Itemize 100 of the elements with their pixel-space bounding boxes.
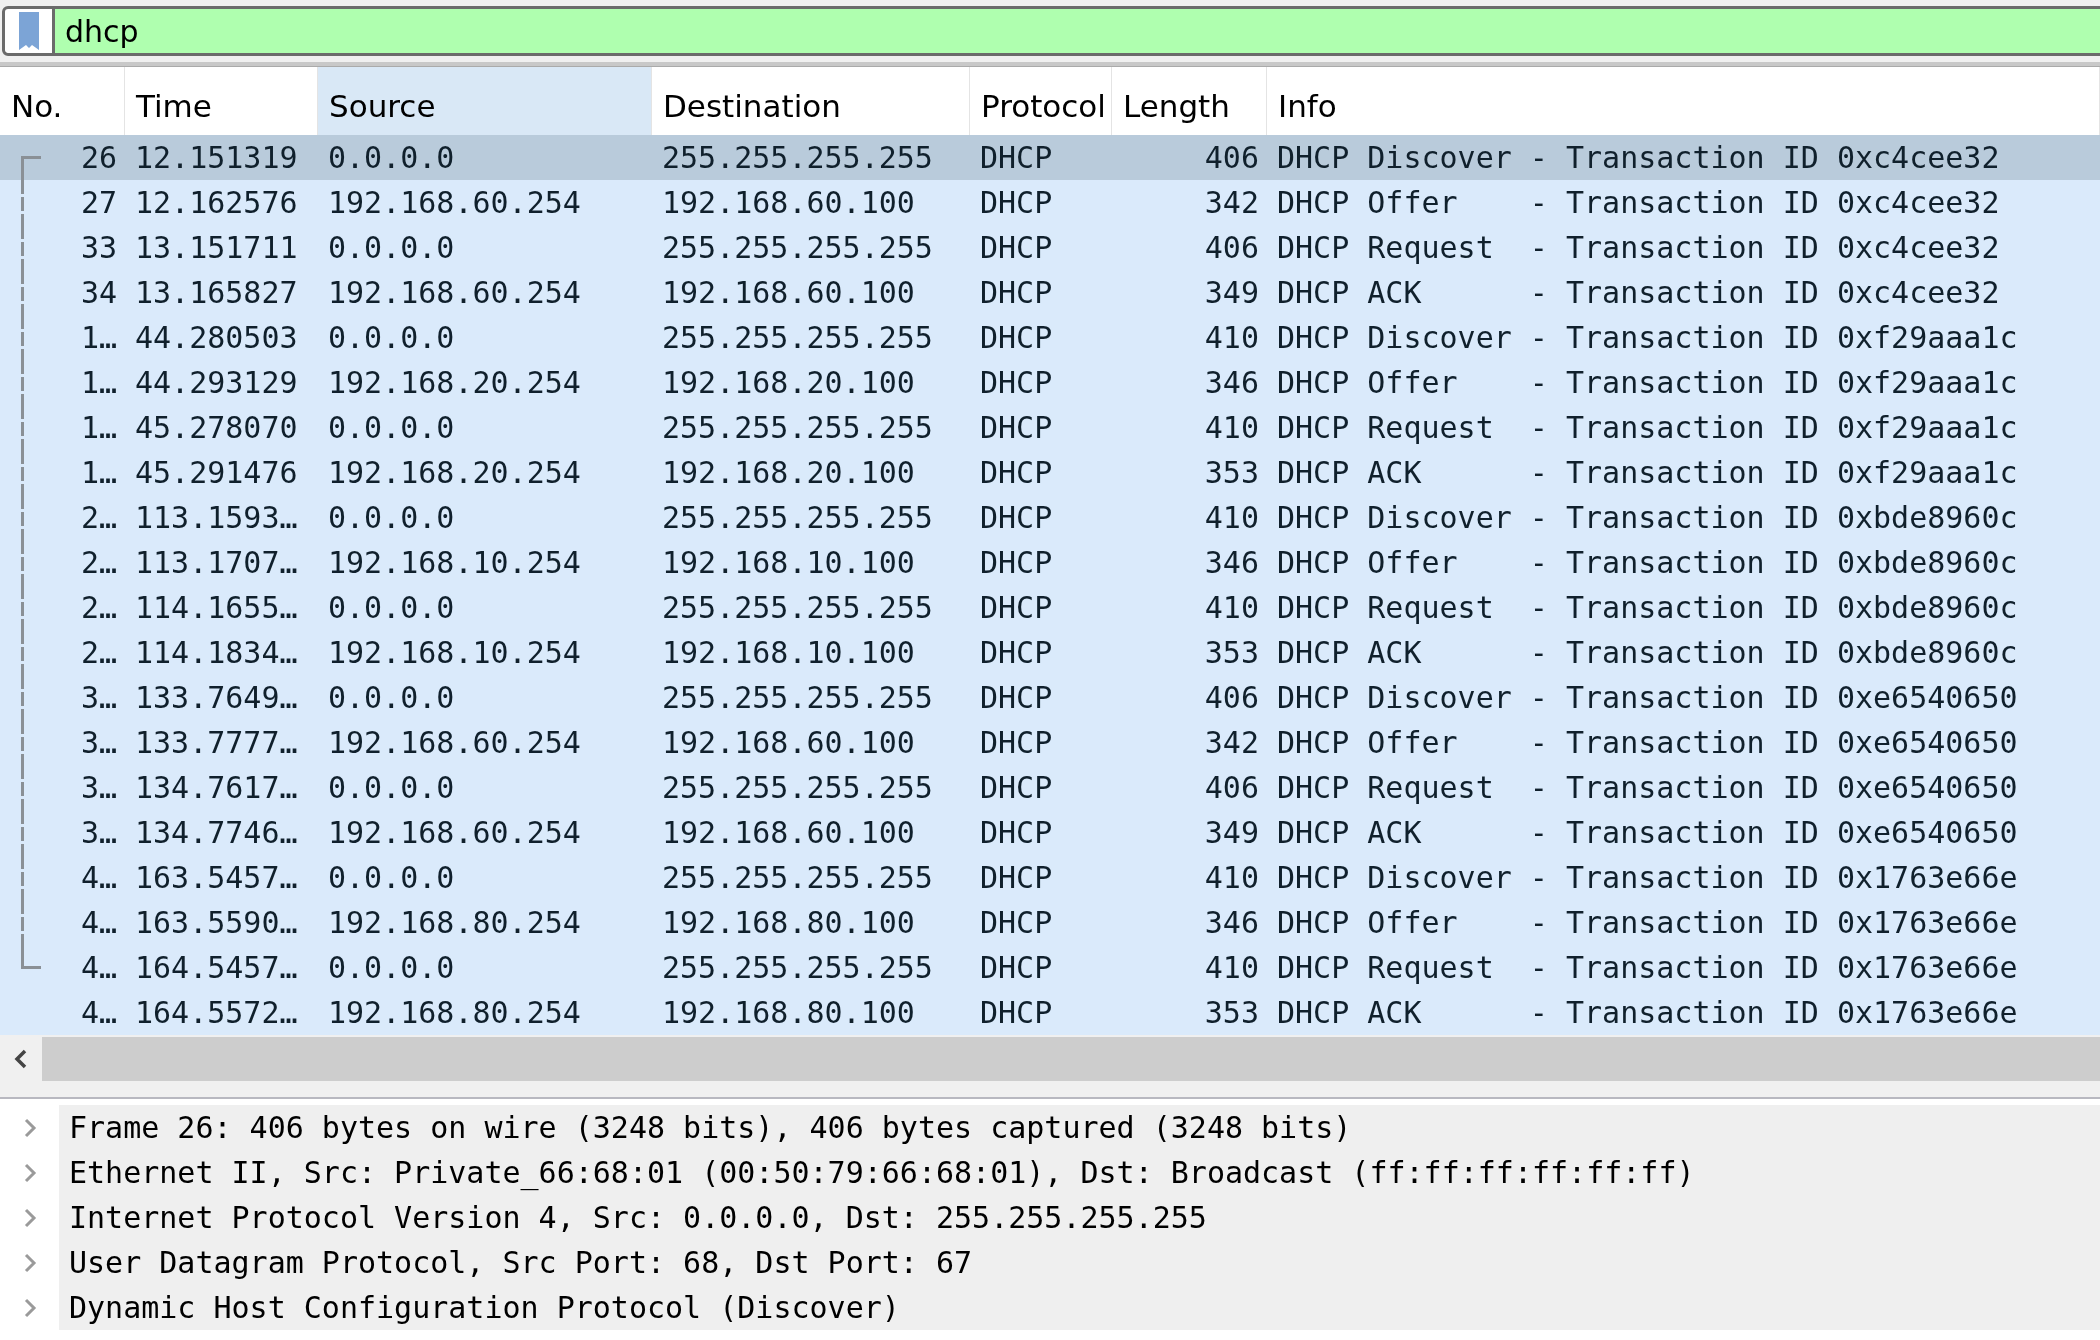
table-cell: 349 [1204, 275, 1259, 310]
table-cell: 192.168.20.254 [328, 455, 581, 490]
protocol-tree-item[interactable]: Ethernet II, Src: Private_66:68:01 (00:50:79:66:68:01), Dst: Broadcast (ff:ff:ff:ff:ff:ff) [59, 1150, 2100, 1195]
table-cell: DHCP Discover - Transaction ID 0xe6540650 [1277, 680, 2018, 715]
scroll-left-icon[interactable] [14, 1049, 28, 1069]
packet-row[interactable]: 3… 133.7777… 192.168.60.254 192.168.60.100 DHCP 342 DHCP Offer - Transaction ID 0xe6540650 [0, 720, 2100, 765]
bookmark-button[interactable] [2, 6, 55, 56]
table-cell: 349 [1204, 815, 1259, 850]
table-cell: 44.293129 [135, 365, 298, 400]
table-cell: DHCP Discover - Transaction ID 0xbde8960c [1277, 500, 2018, 535]
table-cell: 0.0.0.0 [328, 500, 455, 535]
table-cell: 406 [1204, 140, 1259, 175]
table-cell: 133.7649… [135, 680, 298, 715]
table-cell: 3… [80, 770, 117, 805]
packet-row[interactable]: 1… 44.293129 192.168.20.254 192.168.20.100 DHCP 346 DHCP Offer - Transaction ID 0xf29aaa1c [0, 360, 2100, 405]
table-cell: DHCP Request - Transaction ID 0xe6540650 [1277, 770, 2018, 805]
table-cell: 192.168.80.254 [328, 995, 581, 1030]
table-cell: 192.168.80.100 [662, 905, 915, 940]
protocol-tree-item[interactable]: Internet Protocol Version 4, Src: 0.0.0.0, Dst: 255.255.255.255 [59, 1195, 2100, 1240]
table-cell: DHCP [980, 680, 1053, 715]
table-cell: 192.168.80.100 [662, 995, 915, 1030]
collapsed-chevron-icon[interactable] [22, 1252, 37, 1273]
table-cell: DHCP [980, 365, 1053, 400]
table-cell: 0.0.0.0 [328, 320, 455, 355]
packet-row[interactable]: 4… 163.5590… 192.168.80.254 192.168.80.100 DHCP 346 DHCP Offer - Transaction ID 0x1763e66e [0, 900, 2100, 945]
table-cell: 410 [1204, 860, 1259, 895]
display-filter-field[interactable]: dhcp [55, 6, 2100, 56]
packet-row[interactable]: 2… 113.1593… 0.0.0.0 255.255.255.255 DHCP 410 DHCP Discover - Transaction ID 0xbde8960c [0, 495, 2100, 540]
table-cell: 342 [1204, 725, 1259, 760]
table-cell: DHCP Request - Transaction ID 0xc4cee32 [1277, 230, 2000, 265]
collapsed-chevron-icon[interactable] [22, 1297, 37, 1318]
table-cell: 255.255.255.255 [662, 770, 933, 805]
table-cell: 1… [80, 455, 117, 490]
table-cell: 406 [1204, 770, 1259, 805]
packet-row[interactable]: 3… 134.7617… 0.0.0.0 255.255.255.255 DHCP 406 DHCP Request - Transaction ID 0xe6540650 [0, 765, 2100, 810]
table-cell: 12.151319 [135, 140, 298, 175]
collapsed-chevron-icon[interactable] [22, 1207, 37, 1228]
table-cell: 0.0.0.0 [328, 140, 455, 175]
packet-row[interactable]: 3… 133.7649… 0.0.0.0 255.255.255.255 DHCP 406 DHCP Discover - Transaction ID 0xe6540650 [0, 675, 2100, 720]
table-cell: 134.7617… [135, 770, 298, 805]
table-cell: DHCP [980, 185, 1053, 220]
packet-row[interactable]: 1… 45.278070 0.0.0.0 255.255.255.255 DHCP 410 DHCP Request - Transaction ID 0xf29aaa1c [0, 405, 2100, 450]
packet-row[interactable]: 3… 134.7746… 192.168.60.254 192.168.60.100 DHCP 349 DHCP ACK - Transaction ID 0xe6540650 [0, 810, 2100, 855]
table-cell: 192.168.60.254 [328, 275, 581, 310]
table-cell: 34 [80, 275, 117, 310]
table-cell: 0.0.0.0 [328, 230, 455, 265]
table-cell: 192.168.20.100 [662, 365, 915, 400]
table-cell: 26 [80, 140, 117, 175]
protocol-tree-item[interactable]: Frame 26: 406 bytes on wire (3248 bits), 406 bytes captured (3248 bits) [59, 1105, 2100, 1150]
table-cell: 255.255.255.255 [662, 500, 933, 535]
table-cell: 163.5590… [135, 905, 298, 940]
table-cell: 1… [80, 365, 117, 400]
table-cell: 406 [1204, 230, 1259, 265]
table-cell: DHCP [980, 230, 1053, 265]
table-cell: DHCP ACK - Transaction ID 0xbde8960c [1277, 635, 2018, 670]
table-cell: DHCP Offer - Transaction ID 0xe6540650 [1277, 725, 2018, 760]
packet-row[interactable]: 33 13.151711 0.0.0.0 255.255.255.255 DHCP 406 DHCP Request - Transaction ID 0xc4cee32 [0, 225, 2100, 270]
column-header[interactable]: Source [318, 67, 652, 135]
packet-row[interactable]: 26 12.151319 0.0.0.0 255.255.255.255 DHCP 406 DHCP Discover - Transaction ID 0xc4cee32 [0, 135, 2100, 180]
protocol-tree-item[interactable]: Dynamic Host Configuration Protocol (Discover) [59, 1285, 2100, 1330]
packet-row[interactable]: 4… 164.5572… 192.168.80.254 192.168.80.100 DHCP 353 DHCP ACK - Transaction ID 0x1763e66e [0, 990, 2100, 1035]
collapsed-chevron-icon[interactable] [22, 1162, 37, 1183]
table-cell: 0.0.0.0 [328, 770, 455, 805]
table-cell: 133.7777… [135, 725, 298, 760]
packet-row[interactable]: 1… 45.291476 192.168.20.254 192.168.20.100 DHCP 353 DHCP ACK - Transaction ID 0xf29aaa1c [0, 450, 2100, 495]
table-cell: 192.168.10.100 [662, 545, 915, 580]
packet-row[interactable]: 4… 163.5457… 0.0.0.0 255.255.255.255 DHCP 410 DHCP Discover - Transaction ID 0x1763e66e [0, 855, 2100, 900]
table-cell: DHCP [980, 815, 1053, 850]
table-cell: DHCP [980, 410, 1053, 445]
table-cell: 192.168.10.254 [328, 635, 581, 670]
table-cell: 1… [80, 410, 117, 445]
packet-row[interactable]: 2… 113.1707… 192.168.10.254 192.168.10.100 DHCP 346 DHCP Offer - Transaction ID 0xbde8960c [0, 540, 2100, 585]
table-cell: 114.1834… [135, 635, 298, 670]
table-cell: 4… [80, 995, 117, 1030]
table-cell: 163.5457… [135, 860, 298, 895]
table-cell: DHCP ACK - Transaction ID 0xf29aaa1c [1277, 455, 2018, 490]
table-cell: 353 [1204, 635, 1259, 670]
collapsed-chevron-icon[interactable] [22, 1117, 37, 1138]
table-cell: 13.151711 [135, 230, 298, 265]
packet-row[interactable]: 34 13.165827 192.168.60.254 192.168.60.100 DHCP 349 DHCP ACK - Transaction ID 0xc4cee32 [0, 270, 2100, 315]
table-cell: 346 [1204, 365, 1259, 400]
packet-row[interactable]: 2… 114.1834… 192.168.10.254 192.168.10.100 DHCP 353 DHCP ACK - Transaction ID 0xbde8960c [0, 630, 2100, 675]
packet-row[interactable]: 2… 114.1655… 0.0.0.0 255.255.255.255 DHCP 410 DHCP Request - Transaction ID 0xbde8960c [0, 585, 2100, 630]
table-cell: DHCP [980, 320, 1053, 355]
table-cell: DHCP [980, 455, 1053, 490]
table-cell: 192.168.60.254 [328, 725, 581, 760]
table-cell: 3… [80, 680, 117, 715]
table-cell: 0.0.0.0 [328, 860, 455, 895]
packet-row[interactable]: 4… 164.5457… 0.0.0.0 255.255.255.255 DHCP 410 DHCP Request - Transaction ID 0x1763e66e [0, 945, 2100, 990]
protocol-tree-item[interactable]: User Datagram Protocol, Src Port: 68, Dst Port: 67 [59, 1240, 2100, 1285]
table-cell: 255.255.255.255 [662, 230, 933, 265]
table-cell: 113.1707… [135, 545, 298, 580]
packet-row[interactable]: 27 12.162576 192.168.60.254 192.168.60.100 DHCP 342 DHCP Offer - Transaction ID 0xc4cee32 [0, 180, 2100, 225]
table-cell: 353 [1204, 455, 1259, 490]
table-cell: 353 [1204, 995, 1259, 1030]
table-cell: 164.5457… [135, 950, 298, 985]
table-cell: 2… [80, 635, 117, 670]
packet-row[interactable]: 1… 44.280503 0.0.0.0 255.255.255.255 DHCP 410 DHCP Discover - Transaction ID 0xf29aaa1c [0, 315, 2100, 360]
table-cell: 192.168.20.100 [662, 455, 915, 490]
table-cell: 192.168.60.100 [662, 725, 915, 760]
